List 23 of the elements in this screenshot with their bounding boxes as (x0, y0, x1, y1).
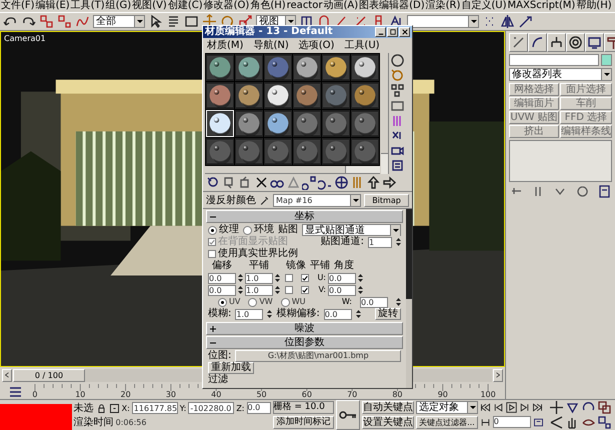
column-header: 平铺 (249, 260, 270, 272)
blur-label: 模糊: (208, 308, 232, 320)
render-time-label: 渲染时间 (74, 416, 114, 429)
mapping-label: 贴图 (278, 224, 298, 236)
viewport-label: Camera01 (4, 34, 46, 43)
map-channel-label: 贴图通道: (320, 236, 364, 248)
axis-label: W: (342, 296, 352, 308)
column-header: 偏移 (212, 260, 233, 272)
blur-offset-label: 模糊偏移: (276, 308, 320, 320)
column-header: 镜像 (286, 260, 307, 272)
filter-label: 过滤 (208, 374, 228, 386)
render-time: 0:06:56 (116, 418, 146, 426)
z-label: Z: (236, 404, 245, 412)
bitmap-label: 位图: (208, 350, 232, 362)
selection-status: 未选 (74, 402, 94, 415)
y-label: Y: (180, 404, 186, 412)
axis-label: V: (317, 284, 326, 296)
axis-label: U: (316, 272, 326, 284)
map-slot-label: 漫反射颜色 (206, 194, 256, 207)
column-header: 角度 (334, 260, 355, 272)
grid-size: 栅格 = 10.0 (272, 401, 334, 414)
x-label: X: (122, 404, 130, 412)
column-header: 平铺 (310, 260, 331, 272)
